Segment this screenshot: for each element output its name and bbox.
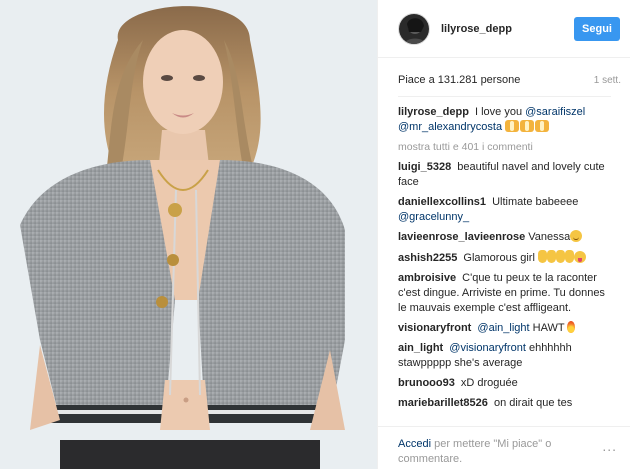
comment-author[interactable]: ambroisive: [398, 272, 456, 284]
avatar[interactable]: [398, 12, 430, 45]
raising-hands-emoji-icon: [520, 120, 535, 132]
comment-author[interactable]: lavieenrose_lavieenrose: [398, 231, 525, 243]
follow-button[interactable]: Segui: [574, 16, 620, 41]
post-photo[interactable]: [0, 0, 377, 469]
comment-text: HAWT: [532, 322, 565, 334]
comment-author[interactable]: lilyrose_depp: [398, 106, 469, 118]
mention-link[interactable]: @mr_alexandrycosta: [398, 121, 502, 133]
login-link[interactable]: Accedi: [398, 438, 431, 450]
mention-link[interactable]: @visionaryfront: [449, 342, 526, 354]
comment-item: luigi_5328 beautiful navel and lovely cu…: [398, 160, 611, 190]
mention-link[interactable]: @ain_light: [477, 322, 529, 334]
comment-text: Vanessa: [528, 231, 571, 243]
comment-author[interactable]: mariebarillet8526: [398, 397, 488, 409]
mention-link[interactable]: @saraifiszel: [525, 106, 585, 118]
comment-author[interactable]: daniellexcollins1: [398, 196, 486, 208]
ok-hand-emoji-icon: [555, 250, 565, 263]
login-prompt: Accedi per mettere "Mi piace" o commenta…: [378, 426, 630, 469]
comment-text: Glamorous girl: [463, 252, 535, 264]
comment-item: mariebarillet8526 on dirait que tes: [398, 396, 611, 411]
comment-text: xD droguée: [460, 377, 518, 389]
comment-item: ambroisive C'que tu peux te la raconter …: [398, 271, 611, 316]
ellipsis-icon[interactable]: ...: [602, 439, 617, 454]
comment-author[interactable]: ain_light: [398, 342, 443, 354]
ok-hand-emoji-icon: [537, 250, 547, 263]
fire-emoji-icon: [567, 321, 576, 333]
show-all-comments-link[interactable]: mostra tutti e 401 i commenti: [398, 140, 611, 155]
ok-hand-emoji-icon: [546, 250, 556, 263]
comment-author[interactable]: brunooo93: [398, 377, 455, 389]
comment-author[interactable]: visionaryfront: [398, 322, 471, 334]
likes-count[interactable]: Piace a 131.281 persone: [398, 74, 520, 86]
comment-text: Ultimate babeeee: [492, 196, 579, 208]
comment-text: I love you: [474, 106, 523, 118]
comment-item: ain_light @visionaryfront ehhhhhh stawpp…: [398, 341, 611, 371]
comment-item: ashish2255 Glamorous girl: [398, 250, 611, 266]
comment-author[interactable]: luigi_5328: [398, 161, 451, 173]
divider: [398, 96, 611, 97]
post-header: lilyrose_depp Segui: [378, 0, 630, 58]
post-author-username[interactable]: lilyrose_depp: [441, 23, 574, 35]
post-timestamp[interactable]: 1 sett.: [594, 75, 621, 86]
comment-item: daniellexcollins1 Ultimate babeeee @grac…: [398, 195, 611, 225]
mention-link[interactable]: @gracelunny_: [398, 211, 469, 223]
post-photo-image: [0, 0, 377, 469]
comment-author[interactable]: ashish2255: [398, 252, 457, 264]
comment-text: on dirait que tes: [493, 397, 573, 409]
smiling-face-emoji-icon: [570, 230, 583, 242]
tongue-face-emoji-icon: [573, 251, 586, 263]
post-details-panel: lilyrose_depp Segui Piace a 131.281 pers…: [377, 0, 630, 469]
comment-item: brunooo93 xD droguée: [398, 376, 611, 391]
comments-list: lilyrose_depp I love you @saraifiszel @m…: [398, 105, 611, 423]
avatar-image: [399, 13, 429, 44]
comment-item: lavieenrose_lavieenrose Vanessa: [398, 230, 611, 245]
comment-item: visionaryfront @ain_light HAWT: [398, 321, 611, 336]
ok-hand-emoji-icon: [564, 250, 574, 263]
caption: lilyrose_depp I love you @saraifiszel @m…: [398, 105, 611, 135]
raising-hands-emoji-icon: [505, 120, 520, 132]
likes-row: Piace a 131.281 persone 1 sett.: [398, 74, 621, 86]
raising-hands-emoji-icon: [535, 120, 550, 132]
